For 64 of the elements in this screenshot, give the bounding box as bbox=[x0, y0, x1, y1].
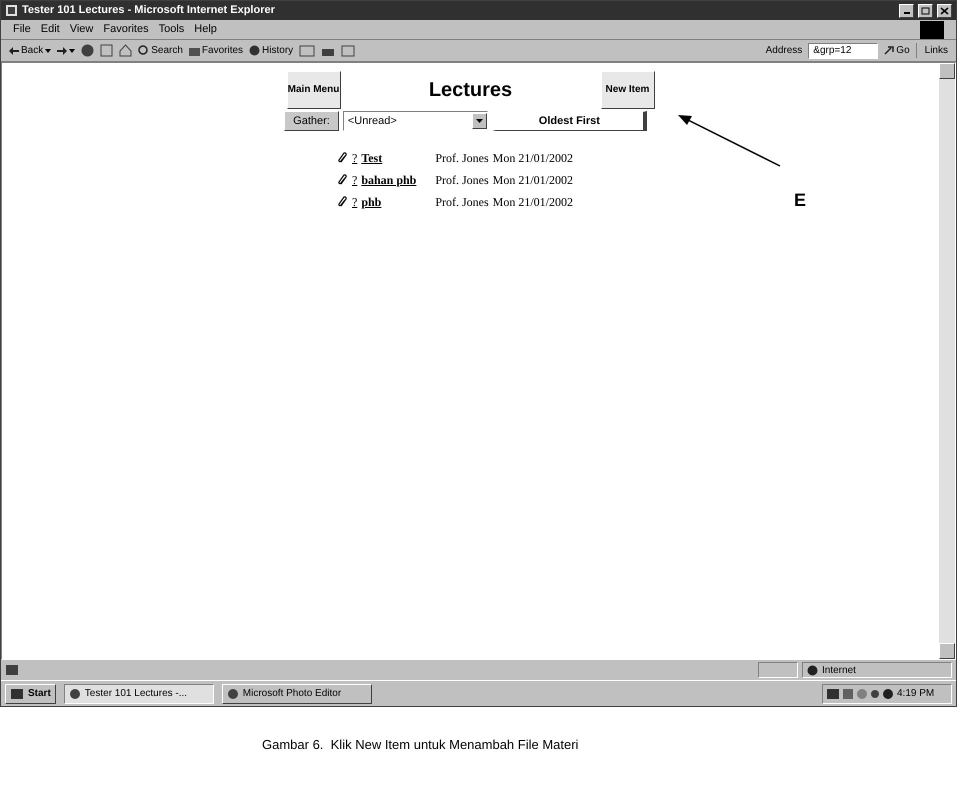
favorites-button[interactable]: Favorites bbox=[188, 43, 244, 58]
minimize-button[interactable] bbox=[899, 4, 914, 18]
item-link[interactable]: Test bbox=[361, 149, 432, 167]
close-icon bbox=[940, 6, 949, 14]
item-author: Prof. Jones bbox=[435, 150, 489, 167]
paperclip-icon bbox=[338, 196, 348, 208]
app-icon bbox=[226, 688, 239, 700]
back-button[interactable]: Back bbox=[9, 43, 52, 58]
item-date: Mon 21/01/2002 bbox=[492, 172, 573, 189]
menu-item[interactable]: View bbox=[70, 21, 94, 38]
menu-item[interactable]: File bbox=[13, 21, 31, 38]
unread-mark: ? bbox=[352, 150, 358, 167]
page-icon bbox=[5, 664, 19, 676]
status-panel bbox=[758, 662, 798, 678]
menu-item[interactable]: Favorites bbox=[103, 21, 149, 38]
maximize-button[interactable] bbox=[918, 4, 933, 18]
taskbar-button[interactable]: Microsoft Photo Editor bbox=[222, 684, 372, 704]
address-field[interactable]: &grp=12 bbox=[808, 42, 878, 58]
scrollbar[interactable] bbox=[939, 63, 955, 659]
filter-dropdown[interactable]: <Unread> bbox=[342, 111, 488, 131]
paperclip-icon bbox=[338, 174, 348, 186]
gather-button[interactable]: Gather: bbox=[284, 111, 339, 131]
close-button[interactable] bbox=[937, 4, 952, 18]
item-author: Prof. Jones bbox=[435, 194, 489, 211]
search-button[interactable]: Search bbox=[138, 43, 183, 58]
app-icon bbox=[68, 688, 81, 700]
app-icon bbox=[5, 4, 18, 17]
menu-item[interactable]: Edit bbox=[40, 21, 60, 38]
links-button[interactable]: Links bbox=[916, 43, 948, 58]
paperclip-icon bbox=[338, 152, 348, 164]
back-arrow-icon bbox=[9, 46, 19, 54]
figure-caption: Gambar 6. Klik New Item untuk Menambah File Materi bbox=[262, 737, 578, 752]
address-label: Address bbox=[766, 44, 802, 58]
page-heading: Lectures bbox=[428, 78, 514, 103]
caret-icon bbox=[45, 48, 52, 52]
clock: 4:19 PM bbox=[897, 687, 934, 701]
menu-item[interactable]: Help bbox=[194, 21, 217, 38]
maximize-icon bbox=[921, 6, 930, 14]
forward-arrow-icon bbox=[57, 46, 68, 54]
item-date: Mon 21/01/2002 bbox=[492, 150, 573, 167]
item-link[interactable]: bahan phb bbox=[361, 171, 432, 189]
item-link[interactable]: phb bbox=[361, 193, 432, 211]
window-title: Tester 101 Lectures - Microsoft Internet Explorer bbox=[22, 3, 276, 18]
start-button[interactable]: Start bbox=[5, 684, 56, 704]
search-icon bbox=[138, 45, 150, 56]
new-item-button[interactable]: New Item bbox=[600, 71, 654, 109]
unread-mark: ? bbox=[352, 172, 358, 189]
home-icon[interactable] bbox=[119, 44, 132, 57]
caret-icon bbox=[476, 119, 483, 123]
minimize-icon bbox=[904, 12, 910, 14]
go-button[interactable]: Go bbox=[884, 43, 910, 58]
zone-label: Internet bbox=[822, 664, 856, 678]
unread-mark: ? bbox=[352, 194, 358, 211]
sort-button[interactable]: Oldest First bbox=[492, 111, 647, 131]
menu-item[interactable]: Tools bbox=[158, 21, 184, 38]
history-button[interactable]: History bbox=[249, 43, 294, 58]
annotation-label: E bbox=[794, 189, 806, 212]
caret-icon bbox=[69, 48, 76, 52]
item-author: Prof. Jones bbox=[435, 172, 489, 189]
item-date: Mon 21/01/2002 bbox=[492, 194, 573, 211]
go-arrow-icon bbox=[884, 46, 894, 55]
main-menu-button[interactable]: Main Menu bbox=[286, 71, 340, 109]
forward-button[interactable] bbox=[57, 46, 76, 54]
taskbar-button[interactable]: Tester 101 Lectures -... bbox=[64, 684, 214, 704]
